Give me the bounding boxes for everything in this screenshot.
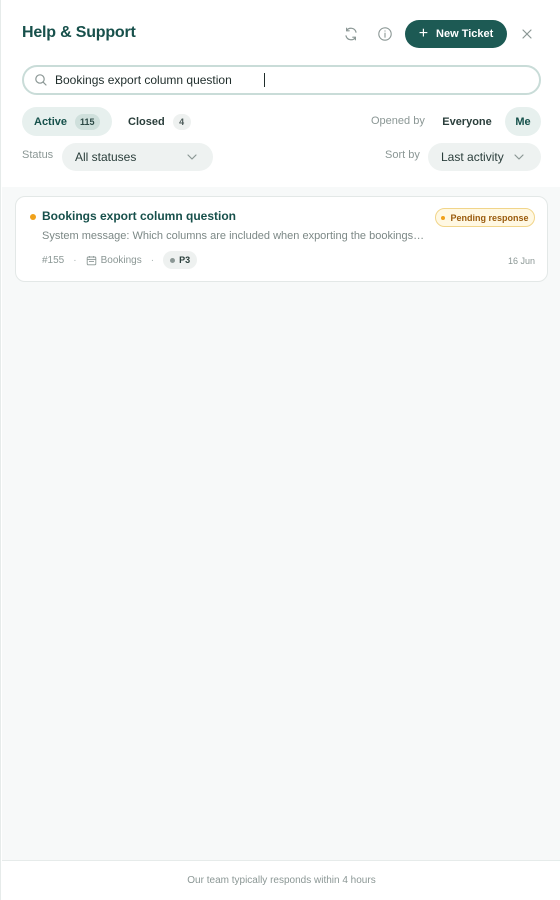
close-icon [522, 29, 532, 39]
chevron-down-icon [187, 154, 197, 160]
opened-by-everyone[interactable]: Everyone [435, 107, 499, 136]
priority-label: P3 [179, 255, 191, 265]
status-badge-label: Pending response [450, 212, 529, 223]
page-title: Help & Support [22, 24, 136, 41]
search-input[interactable] [55, 71, 525, 89]
sort-label: Sort by [385, 149, 420, 161]
status-select[interactable]: All statuses [62, 143, 213, 171]
calendar-icon [86, 255, 96, 265]
ticket-date: 16 Jun [507, 256, 535, 266]
ticket-preview: System message: Which columns are includ… [42, 230, 427, 242]
close-button[interactable] [517, 24, 537, 44]
tab-active[interactable]: Active 115 [22, 107, 112, 136]
status-label: Status [22, 149, 54, 161]
search-icon [35, 74, 47, 86]
support-panel: Help & Support + New Ticket Bookings exp… [0, 0, 560, 900]
new-ticket-button[interactable]: + New Ticket [405, 20, 507, 48]
ticket-list: Bookings export column question Pending … [2, 187, 560, 860]
meta-separator: · [73, 254, 77, 266]
sort-select[interactable]: Last activity [428, 143, 541, 171]
refresh-button[interactable] [341, 24, 361, 44]
opened-by-me[interactable]: Me [505, 107, 541, 136]
status-dot [441, 215, 446, 220]
ticket-category: Bookings [86, 255, 142, 266]
opened-by-label: Opened by [371, 115, 425, 127]
refresh-icon [345, 27, 357, 41]
tab-closed-label: Closed [128, 115, 165, 128]
status-select-value: All statuses [75, 150, 137, 164]
text-caret [264, 73, 265, 87]
new-ticket-label: New Ticket [436, 28, 494, 40]
tab-active-count: 115 [75, 113, 100, 130]
search-box[interactable] [22, 65, 541, 95]
ticket-card[interactable]: Bookings export column question Pending … [15, 196, 548, 282]
tab-closed[interactable]: Closed 4 [116, 107, 196, 136]
tab-active-label: Active [34, 115, 68, 128]
status-badge: Pending response [435, 208, 535, 227]
tab-closed-count: 4 [172, 113, 191, 130]
priority-badge: P3 [163, 251, 198, 269]
ticket-id: #155 [42, 254, 65, 266]
plus-icon: + [418, 24, 429, 42]
unread-indicator [30, 214, 36, 220]
ticket-category-label: Bookings [100, 254, 142, 266]
meta-separator: · [150, 254, 155, 266]
panel-header: Help & Support + New Ticket [1, 0, 560, 68]
info-button[interactable] [375, 24, 395, 44]
sort-select-value: Last activity [441, 150, 504, 164]
chevron-down-icon [514, 154, 524, 160]
info-icon [378, 27, 392, 41]
priority-dot [170, 257, 176, 263]
ticket-meta: #155 · Bookings · P3 [42, 251, 198, 269]
ticket-title: Bookings export column question [42, 209, 237, 223]
footer-note: Our team typically responds within 4 hou… [2, 860, 560, 900]
